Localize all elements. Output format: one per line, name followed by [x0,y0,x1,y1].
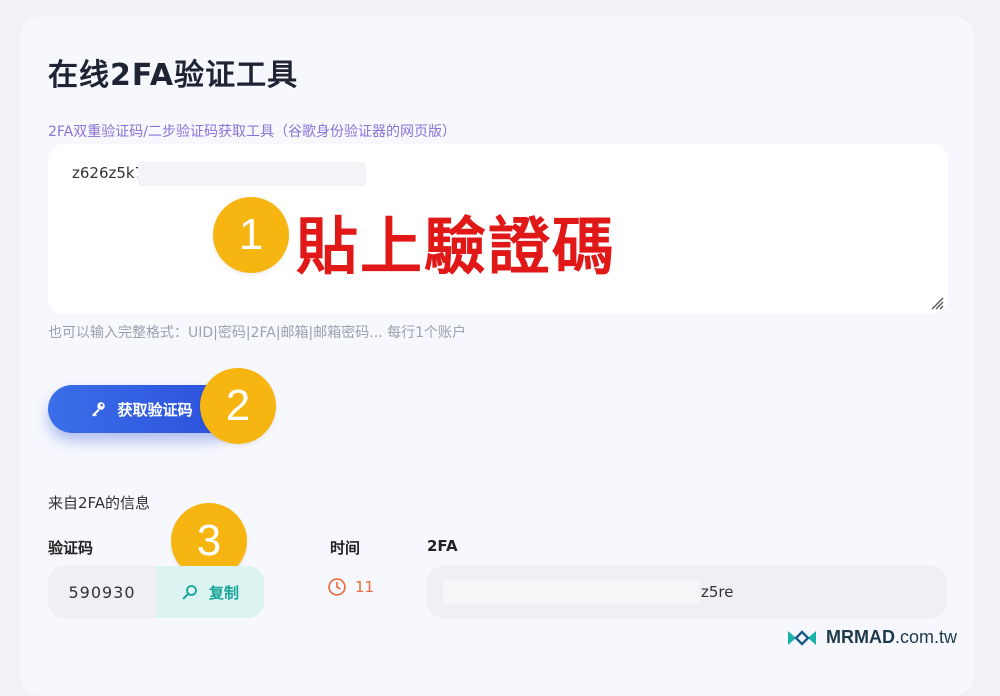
mrmad-logo-icon [788,629,816,646]
logo-brand: MRMAD [826,627,895,647]
code-column-label: 验证码 [48,539,94,557]
search-icon [182,585,197,600]
secret-input-value: z626z5k7 [72,164,145,182]
redaction-mask [443,580,699,604]
redaction-mask [138,162,366,186]
site-logo: MRMAD.com.tw [786,627,957,648]
twofa-column-label: 2FA [427,537,458,555]
copy-button[interactable]: 复制 [156,566,264,618]
twofa-result-box: z5re [427,566,947,618]
step-1-badge: 1 [213,197,289,273]
code-result-box: 590930 复制 [48,566,264,618]
time-column-label: 时间 [330,539,361,557]
timer-value: 11 [355,578,375,596]
code-value: 590930 [68,582,136,602]
clock-icon [328,578,346,596]
key-icon [92,402,106,417]
page-title: 在线2FA验证工具 [48,58,299,93]
logo-domain: .com.tw [895,627,958,647]
result-section-title: 来自2FA的信息 [48,494,151,512]
copy-button-label: 复制 [208,583,239,602]
twofa-value: z5re [701,583,734,601]
timer: 11 [327,577,374,597]
page-subtitle: 2FA双重验证码/二步验证码获取工具（谷歌身份验证器的网页版） [48,124,456,140]
step-2-badge: 2 [200,368,276,444]
step-1-label: 貼上驗證碼 [296,210,617,283]
resize-handle-icon[interactable] [930,296,944,310]
input-hint: 也可以输入完整格式：UID|密码|2FA|邮箱|邮箱密码... 每行1个账户 [48,325,466,341]
get-code-button-label: 获取验证码 [117,400,193,419]
